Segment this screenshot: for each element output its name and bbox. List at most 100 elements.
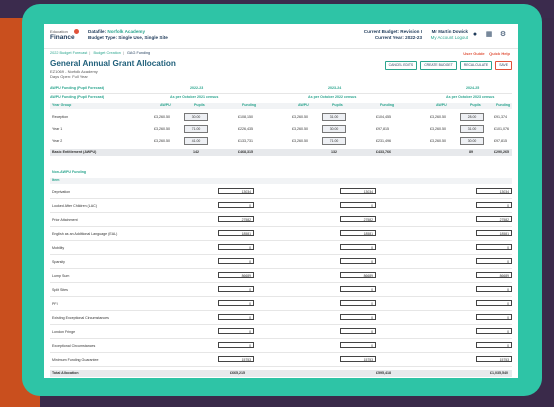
settings-icon[interactable]: ⚙ <box>498 30 508 40</box>
funding-input[interactable]: 15753 <box>340 356 376 362</box>
funding-input[interactable]: 0 <box>476 202 512 208</box>
total-funding: £433,766 <box>376 150 391 154</box>
divider <box>50 324 512 325</box>
save-button[interactable]: SAVE <box>495 61 512 70</box>
funding-input[interactable]: 13034 <box>476 188 512 194</box>
awpu-value: £3,260.50 <box>154 139 170 143</box>
funding-input[interactable]: 0 <box>340 314 376 320</box>
funding-input[interactable]: 0 <box>340 328 376 334</box>
pupils-input[interactable]: 31.00 <box>322 113 346 121</box>
pupils-input[interactable]: 71.00 <box>322 137 346 145</box>
total-allocation-row: Total Allocation £665,215 £595,418 £1,03… <box>50 370 512 377</box>
funding-input[interactable]: 27582 <box>340 216 376 222</box>
row-label: Deprivation <box>52 190 71 194</box>
funding-input[interactable]: 0 <box>476 258 512 264</box>
funding-input[interactable]: 0 <box>340 202 376 208</box>
pupils-input[interactable]: 28.00 <box>460 113 484 121</box>
funding-input[interactable]: 27582 <box>476 216 512 222</box>
funding-input[interactable]: 0 <box>476 328 512 334</box>
row-label: Sparsity <box>52 260 65 264</box>
funding-input[interactable]: 86689 <box>476 272 512 278</box>
census-label: As per October 2022 census <box>308 95 357 99</box>
user-links[interactable]: My Account Logout <box>431 35 468 41</box>
funding-input[interactable]: 0 <box>340 258 376 264</box>
total-allocation-value: £1,035,540 <box>490 371 508 375</box>
top-bar: Education Finance Datafile: Norfolk Acad… <box>44 24 518 49</box>
pupils-input[interactable]: 71.00 <box>184 125 208 133</box>
funding-input[interactable]: 0 <box>340 244 376 250</box>
pupils-input[interactable]: 30.00 <box>460 137 484 145</box>
funding-input[interactable]: 0 <box>218 286 254 292</box>
row-label: Year 1 <box>52 127 63 131</box>
funding-input[interactable]: 0 <box>218 258 254 264</box>
funding-input[interactable]: 15753 <box>218 356 254 362</box>
funding-input[interactable]: 0 <box>476 286 512 292</box>
quick-help-link[interactable]: Quick Help <box>489 51 510 56</box>
funding-input[interactable]: 18581 <box>476 230 512 236</box>
breadcrumb-item[interactable]: 2022 Budget Forecast <box>50 51 87 55</box>
divider <box>50 198 512 199</box>
funding-input[interactable]: 0 <box>218 244 254 250</box>
col-item: Item <box>52 178 60 182</box>
funding-input[interactable]: 0 <box>218 314 254 320</box>
funding-input[interactable]: 13034 <box>340 188 376 194</box>
awpu-value: £3,260.50 <box>292 127 308 131</box>
grid-icon[interactable]: ▦ <box>484 30 494 40</box>
create-budget-button[interactable]: CREATE BUDGET <box>420 61 457 70</box>
funding-input[interactable]: 86689 <box>340 272 376 278</box>
col-funding: Funding <box>496 103 511 107</box>
funding-input[interactable]: 0 <box>476 300 512 306</box>
funding-input[interactable]: 0 <box>218 328 254 334</box>
non-awpu-row: Looked After Children (LAC) 0 0 0 <box>50 202 512 210</box>
funding-input[interactable]: 0 <box>476 244 512 250</box>
awpu-heading-2: AWPU Funding (Pupil Forecast) <box>50 95 105 99</box>
col-year-group: Year Group <box>52 103 72 107</box>
funding-input[interactable]: 18581 <box>218 230 254 236</box>
app-screen: Education Finance Datafile: Norfolk Acad… <box>44 24 518 378</box>
awpu-heading: AWPU Funding (Pupil Forecast) <box>50 86 105 90</box>
non-awpu-heading: Non-AWPU Funding <box>52 170 87 174</box>
row-label: Split Sites <box>52 288 68 292</box>
cancel-edits-button[interactable]: CANCEL EDITS <box>384 61 418 70</box>
funding-value: £97,815 <box>494 139 507 143</box>
funding-input[interactable]: 27582 <box>218 216 254 222</box>
funding-input[interactable]: 86689 <box>218 272 254 278</box>
non-awpu-row: Split Sites 0 0 0 <box>50 286 512 294</box>
funding-input[interactable]: 0 <box>476 314 512 320</box>
awpu-value: £3,260.50 <box>430 127 446 131</box>
pupils-input[interactable]: 31.00 <box>460 125 484 133</box>
funding-input[interactable]: 18581 <box>340 230 376 236</box>
column-header-row: Year Group AWPU Pupils Funding AWPU Pupi… <box>50 103 512 109</box>
divider <box>50 310 512 311</box>
awpu-value: £3,260.50 <box>430 139 446 143</box>
funding-input[interactable]: 0 <box>218 342 254 348</box>
non-awpu-row: Prior Attainment 27582 27582 27582 <box>50 216 512 224</box>
pupils-input[interactable]: 30.00 <box>184 113 208 121</box>
non-awpu-column-row: Item <box>50 178 512 184</box>
divider <box>50 268 512 269</box>
funding-input[interactable]: 0 <box>476 342 512 348</box>
school-name: Norfolk Academy <box>107 29 146 34</box>
row-label: Year 2 <box>52 139 63 143</box>
pupils-input[interactable]: 41.00 <box>184 137 208 145</box>
user-info: Mr Martin Dowick My Account Logout <box>431 29 468 41</box>
funding-input[interactable]: 15753 <box>476 356 512 362</box>
row-label: Minimum Funding Guarantee <box>52 358 99 362</box>
recalculate-button[interactable]: RECALCULATE <box>459 61 493 70</box>
funding-input[interactable]: 0 <box>340 286 376 292</box>
breadcrumb-item[interactable]: GAG Funding <box>127 51 150 55</box>
funding-input[interactable]: 0 <box>218 202 254 208</box>
funding-input[interactable]: 0 <box>218 300 254 306</box>
pupils-input[interactable]: 30.00 <box>322 125 346 133</box>
breadcrumb-item[interactable]: Budget Creation <box>93 51 120 55</box>
user-guide-link[interactable]: User Guide <box>463 51 484 56</box>
year-header: 2023-24 <box>328 86 342 90</box>
funding-input[interactable]: 0 <box>340 300 376 306</box>
user-icon[interactable]: ● <box>470 30 480 40</box>
funding-input[interactable]: 0 <box>340 342 376 348</box>
table-row: Year 1 £3,260.50 71.00 £226,435 £3,260.5… <box>50 125 512 134</box>
funding-input[interactable]: 13034 <box>218 188 254 194</box>
divider <box>50 254 512 255</box>
logo[interactable]: Education Finance <box>50 29 90 43</box>
row-label: Prior Attainment <box>52 218 78 222</box>
